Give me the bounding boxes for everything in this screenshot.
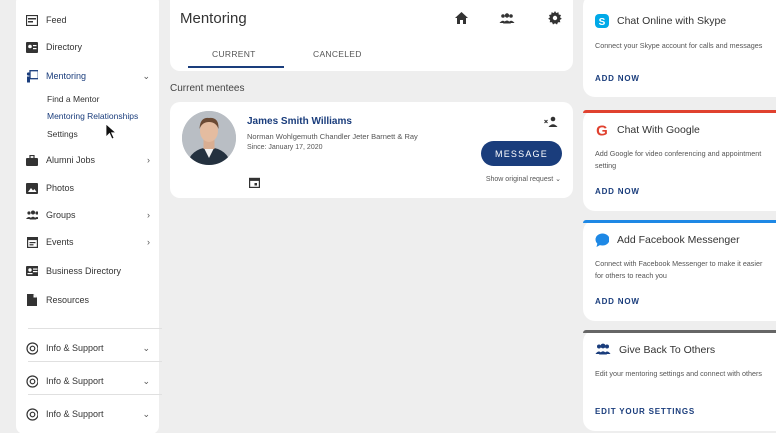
add-skype-button[interactable]: ADD NOW xyxy=(595,74,640,83)
chevron-right-icon: › xyxy=(147,237,150,247)
sidebar-item-alumni-jobs[interactable]: Alumni Jobs › xyxy=(26,149,154,171)
card-accent-bar xyxy=(583,330,776,333)
avatar[interactable] xyxy=(182,111,236,165)
briefcase-icon xyxy=(26,154,38,166)
sidebar-item-label: Feed xyxy=(46,15,67,25)
add-messenger-button[interactable]: ADD NOW xyxy=(595,297,640,306)
support-icon xyxy=(26,407,38,421)
chevron-down-icon: ⌄ xyxy=(142,375,150,386)
groups-icon[interactable] xyxy=(499,11,515,25)
section-label: Current mentees xyxy=(170,83,245,94)
show-request-label: Show original request xyxy=(485,176,554,183)
mentoring-header: Mentoring CURRENT CANCELED xyxy=(170,0,573,71)
mentee-card: James Smith Williams Norman Wohlgemuth C… xyxy=(170,102,573,198)
sidebar-item-directory[interactable]: Directory xyxy=(26,36,154,58)
add-google-button[interactable]: ADD NOW xyxy=(595,187,640,196)
business-card-icon xyxy=(26,265,38,277)
sidebar-item-info-support[interactable]: Info & Support ⌄ xyxy=(26,337,154,359)
message-button[interactable]: MESSAGE xyxy=(481,141,562,166)
give-back-card: Give Back To Others Edit your mentoring … xyxy=(583,330,776,431)
chevron-down-icon: ⌄ xyxy=(142,408,150,419)
mentoring-icon xyxy=(26,69,38,82)
sidebar-item-label: Mentoring xyxy=(46,71,87,81)
chevron-down-icon: ⌄ xyxy=(142,70,150,81)
sidebar-item-info-support[interactable]: Info & Support ⌄ xyxy=(26,403,154,425)
sidebar-item-label: Photos xyxy=(46,183,75,193)
sidebar-item-groups[interactable]: Groups › xyxy=(26,204,154,226)
edit-settings-button[interactable]: EDIT YOUR SETTINGS xyxy=(595,407,695,416)
sidebar-item-resources[interactable]: Resources xyxy=(26,289,154,311)
sidebar-item-label: Groups xyxy=(46,210,76,220)
skype-icon: S xyxy=(595,14,609,28)
groups-icon xyxy=(595,343,611,357)
messenger-icon xyxy=(595,233,609,247)
mentee-name[interactable]: James Smith Williams xyxy=(247,116,352,127)
divider xyxy=(28,361,162,362)
chevron-down-icon: ⌄ xyxy=(142,342,150,353)
sidebar-subitem-find-mentor[interactable]: Find a Mentor xyxy=(47,94,99,104)
home-icon[interactable] xyxy=(455,11,469,25)
chevron-right-icon: › xyxy=(147,155,150,165)
card-title: Add Facebook Messenger xyxy=(617,234,740,246)
card-accent-bar xyxy=(583,220,776,223)
sidebar-item-label: Info & Support xyxy=(46,409,104,419)
sidebar-item-label: Business Directory xyxy=(46,266,122,276)
divider xyxy=(28,394,162,395)
card-description: Connect your Skype account for calls and… xyxy=(595,41,763,50)
calendar-icon xyxy=(26,236,38,248)
google-card: G Chat With Google Add Google for video … xyxy=(583,110,776,211)
svg-text:S: S xyxy=(599,17,606,28)
sidebar-item-business-directory[interactable]: Business Directory xyxy=(26,260,154,282)
active-tab-indicator xyxy=(188,66,284,68)
sidebar-item-label: Info & Support xyxy=(46,376,104,386)
sidebar-item-label: Resources xyxy=(46,295,90,305)
sidebar-item-photos[interactable]: Photos xyxy=(26,177,154,199)
support-icon xyxy=(26,374,38,388)
mouse-cursor-icon xyxy=(105,123,118,146)
gear-icon[interactable] xyxy=(548,11,562,25)
directory-icon xyxy=(26,41,38,53)
tab-canceled[interactable]: CANCELED xyxy=(313,49,362,59)
mentee-since: Since: January 17, 2020 xyxy=(247,144,323,151)
calendar-icon[interactable] xyxy=(249,175,261,188)
card-title: Chat With Google xyxy=(617,124,700,136)
sidebar-subitem-settings[interactable]: Settings xyxy=(47,129,78,139)
divider xyxy=(28,328,162,329)
sidebar: Feed Directory Mentoring ⌄ Find a Mentor… xyxy=(16,0,162,433)
document-icon xyxy=(26,294,38,306)
mentee-company: Norman Wohlgemuth Chandler Jeter Barnett… xyxy=(247,132,418,141)
tab-current[interactable]: CURRENT xyxy=(212,49,256,59)
chevron-right-icon: › xyxy=(147,210,150,220)
photo-icon xyxy=(26,182,38,194)
groups-icon xyxy=(26,209,38,221)
sidebar-item-label: Alumni Jobs xyxy=(46,155,96,165)
card-title: Give Back To Others xyxy=(619,344,716,356)
sidebar-item-feed[interactable]: Feed xyxy=(26,9,154,31)
card-accent-bar xyxy=(583,110,776,113)
sidebar-item-label: Info & Support xyxy=(46,343,104,353)
feed-icon xyxy=(26,14,38,26)
sidebar-item-label: Events xyxy=(46,237,74,247)
google-icon: G xyxy=(595,123,609,137)
sidebar-item-mentoring[interactable]: Mentoring ⌄ xyxy=(26,65,154,87)
card-description: Add Google for video conferencing and ap… xyxy=(595,149,762,170)
skype-card: S Chat Online with Skype Connect your Sk… xyxy=(583,0,776,97)
page-title: Mentoring xyxy=(180,10,247,27)
card-title: Chat Online with Skype xyxy=(617,15,727,27)
sidebar-item-events[interactable]: Events › xyxy=(26,231,154,253)
remove-person-icon[interactable] xyxy=(544,114,558,127)
chevron-down-icon: ⌄ xyxy=(555,176,561,183)
support-icon xyxy=(26,341,38,355)
sidebar-item-label: Directory xyxy=(46,42,83,52)
messenger-card: Add Facebook Messenger Connect with Face… xyxy=(583,220,776,321)
sidebar-subitem-mentoring-relationships[interactable]: Mentoring Relationships xyxy=(47,111,138,121)
card-description: Edit your mentoring settings and connect… xyxy=(595,369,763,378)
svg-text:G: G xyxy=(596,123,608,137)
show-original-request[interactable]: Show original request ⌄ xyxy=(486,175,561,183)
card-description: Connect with Facebook Messenger to make … xyxy=(595,259,763,280)
sidebar-item-info-support[interactable]: Info & Support ⌄ xyxy=(26,370,154,392)
